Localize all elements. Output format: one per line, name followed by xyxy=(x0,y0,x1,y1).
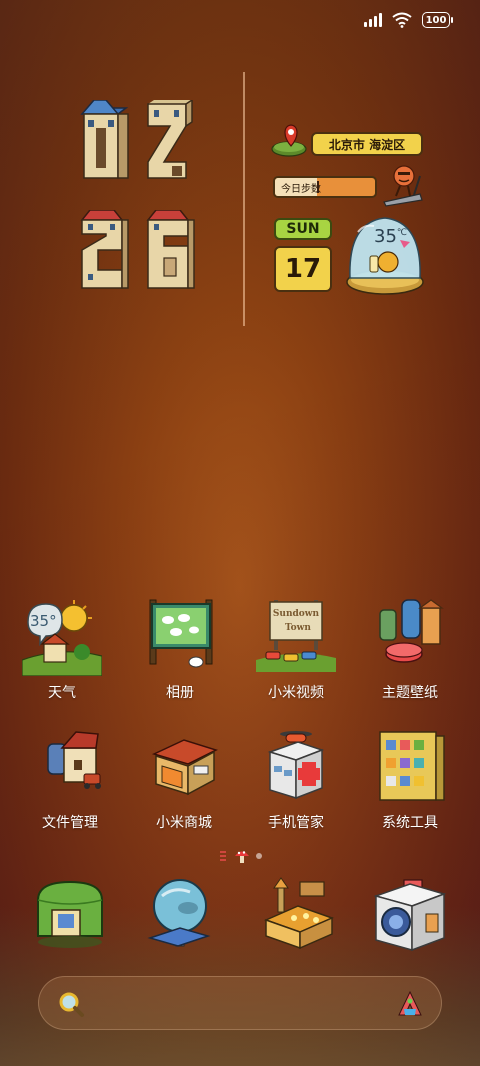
steps-bar[interactable]: 今日步数 xyxy=(273,176,377,198)
video-icon: Sundown Town xyxy=(256,600,336,672)
date-label[interactable]: 17 xyxy=(274,246,332,292)
treadmill-icon xyxy=(383,165,423,207)
app-security[interactable]: 手机管家 xyxy=(246,726,346,832)
battery-level: 100 xyxy=(425,14,447,26)
weekday-label: SUN xyxy=(274,218,332,240)
clock-hour-ones-digit xyxy=(147,100,193,179)
mi-store-icon xyxy=(151,739,218,796)
app-label: 系统工具 xyxy=(382,815,438,831)
app-label: 文件管理 xyxy=(42,815,98,831)
video-sign-line1: Sundown xyxy=(273,609,320,619)
weather-globe-icon[interactable] xyxy=(344,212,426,298)
page-indicator[interactable] xyxy=(218,848,262,864)
clock-minute-tens-digit xyxy=(80,210,129,289)
app-label: 手机管家 xyxy=(268,815,324,831)
page-dot-active xyxy=(220,851,226,861)
clock-widget[interactable] xyxy=(72,100,212,300)
app-themes[interactable]: 主题壁纸 xyxy=(360,596,460,702)
browser-icon[interactable] xyxy=(258,876,338,956)
location-label[interactable]: 北京市 海淀区 xyxy=(311,132,423,156)
file-manager-icon xyxy=(47,731,101,789)
globe-temperature-unit: ℃ xyxy=(396,228,408,238)
location-pin-icon xyxy=(271,124,307,157)
weather-icon-temp: 35° xyxy=(30,612,57,630)
app-weather[interactable]: 35° 天气 xyxy=(12,596,112,702)
messages-icon[interactable] xyxy=(144,876,224,956)
app-file-manager[interactable]: 文件管理 xyxy=(20,726,120,832)
app-label: 小米商城 xyxy=(156,815,212,831)
search-icon[interactable] xyxy=(57,990,85,1018)
app-label: 相册 xyxy=(166,685,194,701)
search-bar[interactable] xyxy=(38,976,442,1030)
app-label: 小米视频 xyxy=(268,685,324,701)
clock-hour-tens-digit xyxy=(80,100,129,179)
battery-indicator: 100 xyxy=(422,12,453,28)
gallery-icon xyxy=(149,599,213,668)
globe-temperature: 35℃ xyxy=(374,226,407,247)
security-icon xyxy=(267,731,325,800)
signal-icon xyxy=(364,13,382,27)
app-label: 天气 xyxy=(48,685,76,701)
app-gallery[interactable]: 相册 xyxy=(130,596,230,702)
camera-icon[interactable] xyxy=(370,876,450,956)
wifi-icon xyxy=(392,12,412,28)
app-label: 主题壁纸 xyxy=(382,685,438,701)
tools-folder-icon xyxy=(379,731,445,801)
phone-icon[interactable] xyxy=(30,876,110,956)
app-video[interactable]: Sundown Town 小米视频 xyxy=(246,596,346,702)
app-mi-store[interactable]: 小米商城 xyxy=(134,726,234,832)
folder-system-tools[interactable]: 系统工具 xyxy=(360,726,460,832)
assistant-icon[interactable] xyxy=(395,989,425,1019)
steps-label: 今日步数 xyxy=(281,183,321,195)
weather-icon: 35° xyxy=(22,600,102,676)
themes-icon xyxy=(379,599,444,663)
widget-divider xyxy=(243,72,245,326)
page-dot xyxy=(256,853,262,859)
mushroom-icon xyxy=(235,851,249,863)
globe-temperature-value: 35 xyxy=(374,226,397,247)
status-bar: 100 xyxy=(364,12,453,28)
video-sign-line2: Town xyxy=(285,623,311,633)
clock-minute-ones-digit xyxy=(146,210,195,289)
